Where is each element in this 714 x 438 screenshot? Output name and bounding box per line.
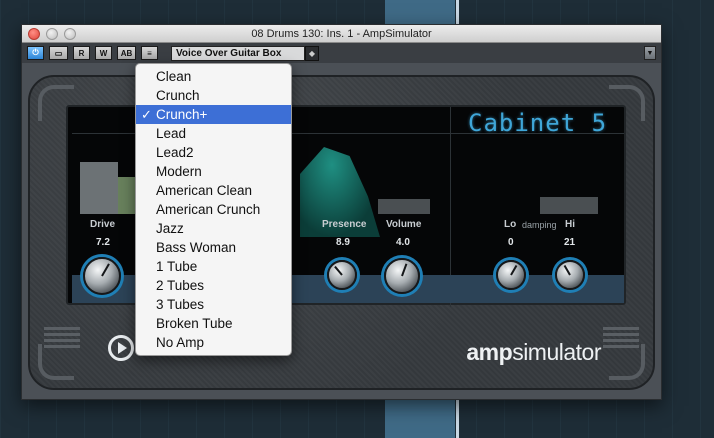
menu-item[interactable]: Jazz bbox=[136, 219, 291, 238]
volume-visual bbox=[378, 199, 430, 214]
preset-name-field[interactable]: Voice Over Guitar Box bbox=[171, 45, 305, 61]
presence-knob[interactable] bbox=[327, 260, 357, 290]
compare-icon[interactable]: ≡ bbox=[141, 46, 158, 60]
window-controls bbox=[28, 28, 76, 40]
menu-item[interactable]: Lead2 bbox=[136, 143, 291, 162]
preset-browser-icon[interactable]: ◆ bbox=[305, 45, 319, 61]
damping-hi-value: 21 bbox=[564, 237, 576, 248]
damping-lo-label: Lo bbox=[504, 219, 517, 230]
steinberg-logo-icon bbox=[108, 335, 134, 361]
menu-item[interactable]: Broken Tube bbox=[136, 314, 291, 333]
damping-label: damping bbox=[522, 220, 557, 230]
menu-item[interactable]: 2 Tubes bbox=[136, 276, 291, 295]
volume-knob[interactable] bbox=[384, 258, 420, 294]
menu-item[interactable]: Lead bbox=[136, 124, 291, 143]
menu-item[interactable]: 3 Tubes bbox=[136, 295, 291, 314]
minimize-icon[interactable] bbox=[46, 28, 58, 40]
amp-model-menu[interactable]: Clean Crunch ✓ Crunch+ Lead Lead2 Modern … bbox=[135, 63, 292, 356]
damping-hi-knob[interactable] bbox=[555, 260, 585, 290]
menu-item[interactable]: Modern bbox=[136, 162, 291, 181]
drive-label: Drive bbox=[90, 219, 116, 230]
menu-item[interactable]: No Amp bbox=[136, 333, 291, 352]
brand-light: simulator bbox=[512, 339, 601, 365]
damping-visual bbox=[540, 197, 598, 214]
function-menu-icon[interactable]: ▼ bbox=[644, 46, 656, 60]
zoom-icon[interactable] bbox=[64, 28, 76, 40]
presence-value: 8.9 bbox=[336, 237, 350, 248]
checkmark-icon: ✓ bbox=[141, 107, 152, 122]
write-automation-button[interactable]: W bbox=[95, 46, 112, 60]
bypass-icon[interactable]: ▭ bbox=[49, 46, 68, 60]
cabinet-selector-display[interactable]: Cabinet 5 bbox=[468, 109, 607, 137]
menu-item[interactable]: Crunch bbox=[136, 86, 291, 105]
menu-item[interactable]: Clean bbox=[136, 67, 291, 86]
drive-knob[interactable] bbox=[83, 257, 121, 295]
menu-item[interactable]: American Clean bbox=[136, 181, 291, 200]
close-icon[interactable] bbox=[28, 28, 40, 40]
ab-compare-button[interactable]: AB bbox=[117, 46, 136, 60]
brand-bold: amp bbox=[466, 339, 513, 365]
window-titlebar[interactable]: 08 Drums 130: Ins. 1 - AmpSimulator bbox=[22, 25, 661, 43]
vent-grille bbox=[44, 327, 80, 351]
volume-value: 4.0 bbox=[396, 237, 410, 248]
brand-logo: ampsimulator bbox=[466, 339, 601, 366]
menu-item-selected[interactable]: ✓ Crunch+ bbox=[136, 105, 291, 124]
menu-item[interactable]: American Crunch bbox=[136, 200, 291, 219]
window-title: 08 Drums 130: Ins. 1 - AmpSimulator bbox=[251, 28, 432, 40]
menu-item[interactable]: 1 Tube bbox=[136, 257, 291, 276]
plugin-toolbar: ⏻ ▭ R W AB ≡ Voice Over Guitar Box ◆ ▼ bbox=[22, 43, 661, 63]
volume-label: Volume bbox=[386, 219, 422, 230]
damping-hi-label: Hi bbox=[565, 219, 575, 230]
vent-grille bbox=[603, 327, 639, 351]
plugin-window: 08 Drums 130: Ins. 1 - AmpSimulator ⏻ ▭ … bbox=[21, 24, 662, 400]
damping-lo-knob[interactable] bbox=[496, 260, 526, 290]
menu-item[interactable]: Bass Woman bbox=[136, 238, 291, 257]
presence-label: Presence bbox=[322, 219, 367, 230]
amp-body: Cabinet 5 Drive 7.2 Presence 8.9 Volume … bbox=[28, 75, 655, 390]
drive-visual bbox=[80, 162, 118, 214]
power-icon[interactable]: ⏻ bbox=[27, 46, 44, 60]
damping-lo-value: 0 bbox=[508, 237, 514, 248]
read-automation-button[interactable]: R bbox=[73, 46, 90, 60]
drive-value: 7.2 bbox=[96, 237, 110, 248]
